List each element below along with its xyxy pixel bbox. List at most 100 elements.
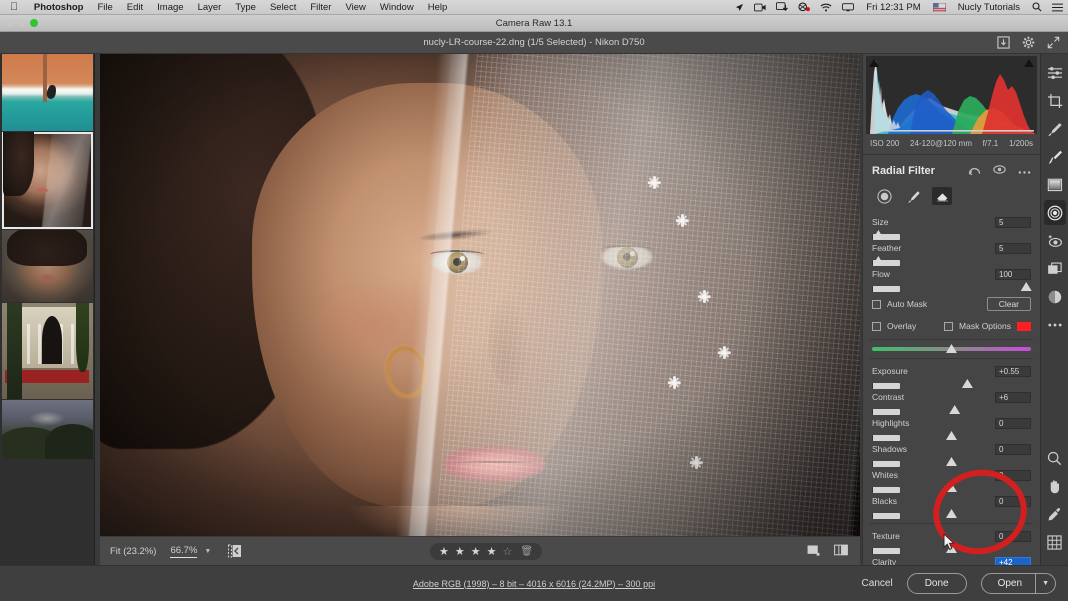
size-slider-row[interactable]: Size 5 bbox=[863, 215, 1040, 240]
blacks-slider-row[interactable]: Blacks 0 bbox=[863, 494, 1040, 519]
overlay-checkbox[interactable]: Overlay bbox=[872, 321, 916, 331]
cancel-button[interactable]: Cancel bbox=[862, 578, 893, 589]
highlights-slider-row[interactable]: Highlights 0 bbox=[863, 416, 1040, 441]
feather-value[interactable]: 5 bbox=[995, 242, 1031, 254]
mask-options-box[interactable] bbox=[944, 321, 954, 331]
airplay-icon[interactable] bbox=[837, 2, 859, 12]
chevron-down-icon[interactable]: ▼ bbox=[204, 548, 211, 555]
contrast-value[interactable]: +6 bbox=[995, 391, 1031, 403]
flow-value[interactable]: 100 bbox=[995, 268, 1031, 280]
blacks-track[interactable] bbox=[872, 509, 1031, 519]
shadows-value[interactable]: 0 bbox=[995, 443, 1031, 455]
presets-tool[interactable] bbox=[1044, 284, 1066, 309]
add-brush-mode-button[interactable] bbox=[903, 187, 923, 205]
overlay-row[interactable]: Overlay Mask Options bbox=[863, 311, 1040, 331]
menu-type[interactable]: Type bbox=[228, 2, 263, 13]
filmstrip[interactable] bbox=[0, 54, 95, 565]
portrait-veil-thumbnail[interactable] bbox=[1, 132, 93, 229]
crop-tool[interactable] bbox=[1044, 88, 1066, 113]
graduated-filter-tool[interactable] bbox=[1044, 172, 1066, 197]
contrast-track[interactable] bbox=[872, 405, 1031, 415]
flow-thumb[interactable] bbox=[1020, 282, 1032, 291]
exposure-track[interactable] bbox=[872, 379, 1031, 389]
exposure-thumb[interactable] bbox=[961, 379, 973, 388]
download-icon[interactable] bbox=[771, 2, 793, 12]
close-button[interactable] bbox=[6, 19, 14, 27]
adjustment-brush-tool[interactable] bbox=[1044, 144, 1066, 169]
landscape-dusk-thumbnail[interactable] bbox=[1, 400, 93, 459]
traffic-lights[interactable] bbox=[6, 19, 38, 27]
mask-color-swatch[interactable] bbox=[1017, 321, 1031, 331]
whites-track[interactable] bbox=[872, 483, 1031, 493]
whites-slider-row[interactable]: Whites 0 bbox=[863, 468, 1040, 493]
shadows-slider-row[interactable]: Shadows 0 bbox=[863, 442, 1040, 467]
blacks-thumb[interactable] bbox=[946, 509, 957, 518]
search-icon[interactable] bbox=[1027, 2, 1047, 12]
shadows-thumb[interactable] bbox=[946, 457, 957, 466]
radial-filter-tool[interactable] bbox=[1043, 200, 1068, 225]
tool-rail[interactable] bbox=[1040, 54, 1068, 565]
texture-value[interactable]: 0 bbox=[995, 530, 1031, 542]
trash-icon[interactable]: 🗑 bbox=[520, 546, 533, 557]
shadows-track[interactable] bbox=[872, 457, 1031, 467]
wifi-icon[interactable] bbox=[815, 3, 837, 12]
auto-mask-row[interactable]: Auto Mask Clear bbox=[863, 291, 1040, 311]
aerial-beach-thumbnail[interactable] bbox=[1, 54, 93, 131]
star-4[interactable]: ★ bbox=[487, 545, 497, 558]
menu-file[interactable]: File bbox=[90, 2, 119, 13]
star-2[interactable]: ★ bbox=[455, 545, 465, 558]
shadow-clip-icon[interactable] bbox=[869, 59, 879, 67]
clarity-slider-row[interactable]: Clarity +42 bbox=[863, 555, 1040, 565]
clarity-value[interactable]: +42 bbox=[995, 556, 1031, 565]
highlights-track[interactable] bbox=[872, 431, 1031, 441]
chevron-down-icon[interactable]: ▼ bbox=[1036, 574, 1055, 593]
tint-slider-row[interactable] bbox=[863, 340, 1040, 353]
size-value[interactable]: 5 bbox=[995, 216, 1031, 228]
control-center-icon[interactable] bbox=[1047, 3, 1068, 12]
screen-record-icon[interactable] bbox=[749, 3, 771, 12]
apple-icon[interactable]:  bbox=[10, 2, 18, 13]
new-radial-mode-button[interactable] bbox=[874, 187, 894, 205]
tint-thumb[interactable] bbox=[946, 344, 957, 353]
menu-help[interactable]: Help bbox=[421, 2, 455, 13]
brush-mode-buttons[interactable] bbox=[863, 182, 1040, 213]
size-track[interactable] bbox=[872, 230, 1031, 240]
shield-icon[interactable] bbox=[793, 2, 815, 12]
contrast-thumb[interactable] bbox=[949, 405, 961, 414]
toggle-visibility-icon[interactable] bbox=[993, 162, 1006, 180]
whites-value[interactable]: 0 bbox=[995, 469, 1031, 481]
feather-track[interactable] bbox=[872, 256, 1031, 266]
menu-layer[interactable]: Layer bbox=[191, 2, 229, 13]
exposure-value[interactable]: +0.55 bbox=[995, 365, 1031, 377]
contrast-slider-row[interactable]: Contrast +6 bbox=[863, 390, 1040, 415]
image-canvas[interactable] bbox=[100, 54, 860, 536]
portrait-closeup-thumbnail[interactable] bbox=[1, 230, 93, 302]
architecture-thumbnail[interactable] bbox=[1, 303, 93, 399]
preferences-gear-icon[interactable] bbox=[1022, 36, 1035, 52]
healing-brush-tool[interactable] bbox=[1044, 116, 1066, 141]
clear-button[interactable]: Clear bbox=[986, 297, 1031, 311]
menu-window[interactable]: Window bbox=[373, 2, 421, 13]
menubar-clock[interactable]: Fri 12:31 PM bbox=[859, 2, 927, 13]
menu-edit[interactable]: Edit bbox=[120, 2, 150, 13]
mask-options-checkbox[interactable]: Mask Options bbox=[944, 321, 1031, 331]
overlay-box[interactable] bbox=[872, 321, 881, 331]
tint-rail[interactable] bbox=[872, 344, 1031, 353]
fullscreen-preview-icon[interactable] bbox=[807, 544, 820, 560]
fullscreen-icon[interactable] bbox=[1047, 36, 1060, 52]
flow-track[interactable] bbox=[872, 282, 1032, 292]
zoom-level-value[interactable]: 66.7% bbox=[170, 545, 198, 558]
zoom-button[interactable] bbox=[30, 19, 38, 27]
done-button[interactable]: Done bbox=[906, 573, 967, 594]
filmstrip-toggle-icon[interactable] bbox=[227, 544, 242, 559]
menu-filter[interactable]: Filter bbox=[303, 2, 338, 13]
erase-mode-button[interactable] bbox=[932, 187, 952, 205]
grid-overlay-tool[interactable] bbox=[1044, 530, 1066, 555]
hand-tool[interactable] bbox=[1044, 474, 1066, 499]
minimize-button[interactable] bbox=[18, 19, 26, 27]
blacks-value[interactable]: 0 bbox=[995, 495, 1031, 507]
before-after-icon[interactable] bbox=[834, 544, 848, 560]
flow-slider-row[interactable]: Flow 100 bbox=[863, 267, 1040, 292]
open-button-group[interactable]: Open ▼ bbox=[980, 573, 1056, 594]
more-options-icon[interactable] bbox=[1018, 162, 1031, 180]
